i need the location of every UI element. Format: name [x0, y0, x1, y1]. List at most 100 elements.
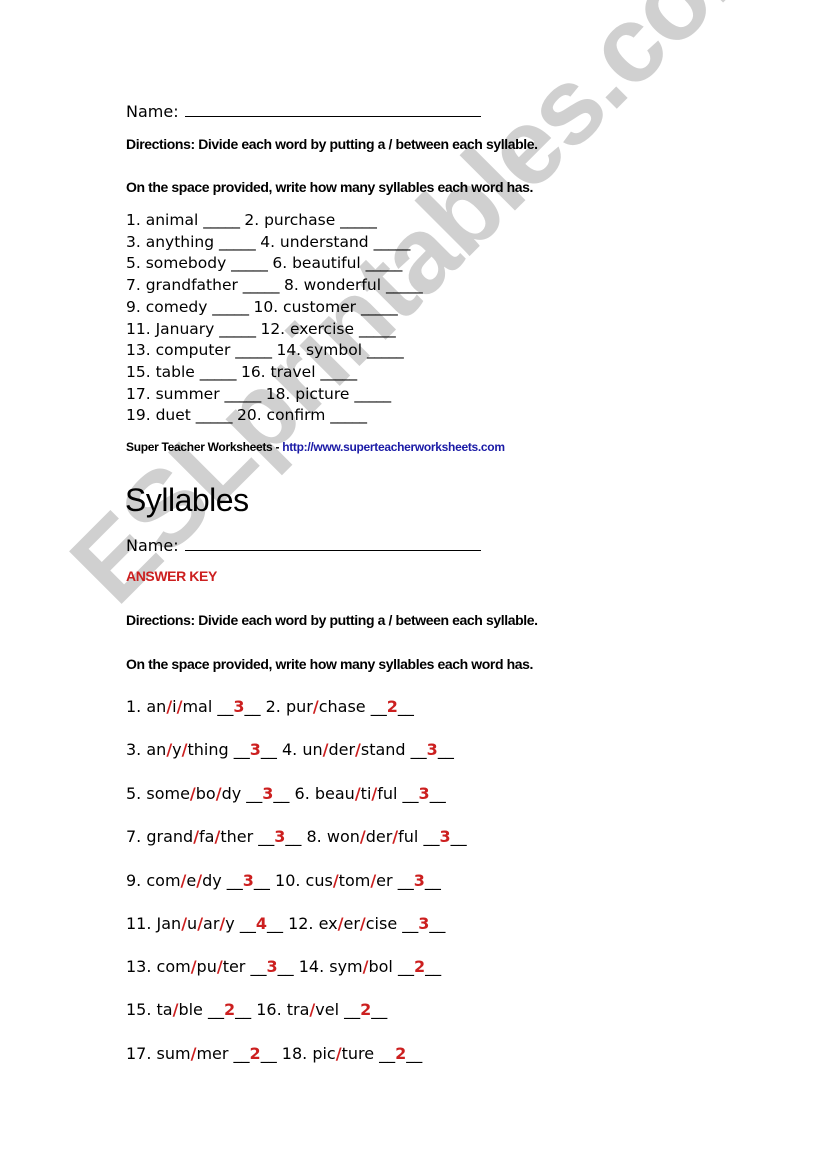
syllable: tom [338, 871, 371, 890]
word-item: 10. customer [253, 297, 361, 316]
syllable: pic [312, 1044, 336, 1063]
syllable: u [187, 914, 198, 933]
answer-blank[interactable]: _____ [225, 385, 262, 403]
answer-item: 8. won/der/ful __3__ [307, 827, 467, 846]
word-list: 1. animal _____ 2. purchase _____ 3. anyt… [126, 210, 423, 427]
syllable: der [328, 740, 356, 759]
answer-blank[interactable]: _____ [320, 363, 357, 381]
answer-item: 6. beau/ti/ful __3__ [295, 784, 446, 803]
word-item: 2. purchase [244, 211, 341, 229]
answer-item: 7. grand/fa/ther __3__ [126, 827, 301, 846]
answer-item: 5. some/bo/dy __3__ [126, 784, 289, 803]
syllable-count: 3 [266, 957, 278, 976]
syllable-count: 3 [439, 827, 451, 846]
underscore: __ [402, 784, 419, 803]
underscore: __ [235, 1000, 252, 1019]
syllable: ther [220, 827, 254, 846]
answer-item: 12. ex/er/cise __3__ [288, 914, 445, 933]
syllable: fa [199, 827, 215, 846]
underscore: __ [277, 957, 294, 976]
credit-text: Super Teacher Worksheets - [126, 440, 283, 454]
item-number: 14. [298, 957, 330, 976]
syllable: an [146, 697, 167, 716]
answer-blank[interactable]: _____ [386, 276, 423, 294]
syllable-count: 2 [249, 1044, 261, 1063]
answer-blank[interactable]: _____ [231, 254, 268, 272]
item-number: 3. [126, 740, 147, 759]
word-item: 20. confirm [236, 406, 331, 425]
syllable: der [365, 827, 393, 846]
item-number: 4. [281, 740, 303, 759]
syllable: ture [341, 1044, 375, 1063]
underscore: __ [239, 914, 256, 933]
word-item: 4. understand [260, 232, 374, 251]
underscore: __ [344, 1000, 361, 1019]
syllable: stand [360, 740, 406, 759]
answer-blank[interactable]: _____ [330, 406, 367, 424]
syllable: some [146, 784, 190, 803]
syllable: cise [365, 914, 398, 933]
answer-blank[interactable]: _____ [203, 211, 240, 229]
answer-blank[interactable]: _____ [235, 341, 272, 359]
word-item: 16. travel [240, 362, 321, 381]
answer-blank[interactable]: _____ [354, 385, 391, 403]
word-row: 7. grandfather _____ 8. wonderful _____ [126, 275, 423, 297]
answer-row: 3. an/y/thing __3__ 4. un/der/stand __3_… [126, 740, 454, 759]
answer-blank[interactable]: _____ [243, 276, 280, 294]
underscore: __ [273, 784, 290, 803]
answer-row: 7. grand/fa/ther __3__ 8. won/der/ful __… [126, 827, 467, 846]
answer-blank[interactable]: _____ [212, 298, 249, 316]
syllable-count: 3 [418, 784, 430, 803]
answer-item: 18. pic/ture __2__ [282, 1044, 423, 1063]
answer-blank[interactable]: _____ [200, 363, 237, 381]
syllable: ta [156, 1000, 173, 1019]
underscore: __ [260, 1044, 277, 1063]
answer-item: 14. sym/bol __2__ [299, 957, 441, 976]
answer-blank[interactable]: _____ [374, 233, 411, 251]
underscore: __ [429, 914, 446, 933]
answer-blank[interactable]: _____ [219, 233, 256, 251]
word-row: 15. table _____ 16. travel _____ [126, 362, 422, 384]
answer-blank[interactable]: _____ [366, 254, 403, 272]
word-item: 12. exercise [260, 319, 359, 338]
answer-row: 1. an/i/mal __3__ 2. pur/chase __2__ [126, 697, 414, 716]
underscore: __ [260, 740, 277, 759]
syllable: ti [360, 784, 372, 803]
syllable: thing [187, 740, 229, 759]
syllable-count: 3 [233, 697, 245, 716]
item-number: 11. [126, 914, 157, 933]
syllable: com [146, 871, 181, 890]
underscore: __ [226, 871, 243, 890]
word-row: 1. animal _____ 2. purchase _____ [126, 210, 422, 232]
answer-item: 15. ta/ble __2__ [126, 1000, 251, 1019]
answer-blank[interactable]: _____ [359, 320, 396, 338]
syllable: grand [146, 827, 194, 846]
answer-blank[interactable]: _____ [219, 320, 256, 338]
answer-blank[interactable]: _____ [361, 298, 398, 316]
syllable: cus [305, 871, 333, 890]
item-number: 13. [126, 957, 157, 976]
answer-blank[interactable]: _____ [367, 341, 404, 359]
answer-item: 2. pur/chase __2__ [266, 697, 414, 716]
syllable: ex [318, 914, 338, 933]
underscore: __ [397, 957, 414, 976]
answer-blank[interactable]: _____ [196, 406, 233, 424]
syllable: y [172, 740, 182, 759]
syllable-count: 3 [249, 740, 261, 759]
answer-row: 5. some/bo/dy __3__ 6. beau/ti/ful __3__ [126, 784, 446, 803]
underscore: __ [429, 784, 446, 803]
syllable: mal [182, 697, 213, 716]
syllable: dy [221, 784, 242, 803]
syllable-count: 2 [413, 957, 426, 976]
answer-row: 13. com/pu/ter __3__ 14. sym/bol __2__ [126, 957, 441, 976]
syllable: an [146, 740, 167, 759]
syllable: sym [329, 957, 363, 976]
word-item: 8. wonderful [283, 276, 386, 295]
syllable-count: 3 [418, 914, 430, 933]
underscore: __ [402, 914, 419, 933]
credit-link[interactable]: http://www.superteacherworksheets.com [282, 440, 505, 454]
syllable: beau [314, 784, 355, 803]
syllable: Jan [156, 914, 182, 933]
answer-blank[interactable]: _____ [340, 211, 377, 229]
syllable-count: 3 [413, 871, 425, 890]
